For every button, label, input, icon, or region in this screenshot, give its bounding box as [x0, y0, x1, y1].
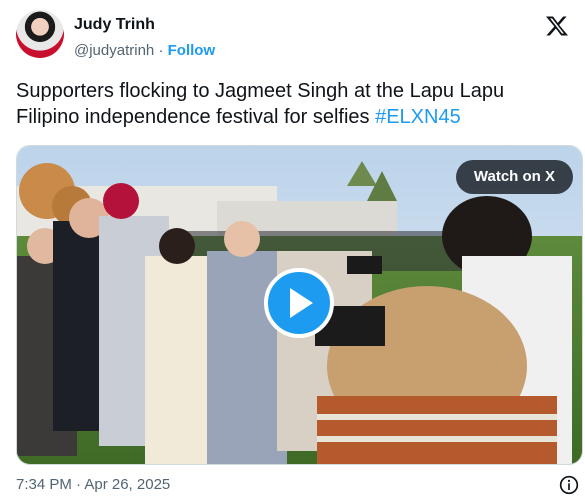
author-handle[interactable]: @judyatrinh [74, 42, 154, 59]
video-player[interactable]: Watch on X [16, 145, 583, 465]
separator-dot: · [158, 42, 164, 59]
author-handle-row: @judyatrinh · Follow [74, 42, 215, 59]
tweet-header: Judy Trinh @judyatrinh · Follow [16, 10, 571, 62]
follow-button[interactable]: Follow [168, 42, 216, 59]
author-name[interactable]: Judy Trinh [74, 16, 155, 34]
play-button[interactable] [264, 268, 334, 338]
info-icon[interactable] [559, 475, 579, 495]
hashtag-link[interactable]: #ELXN45 [375, 106, 461, 128]
avatar[interactable] [16, 10, 64, 58]
watch-on-x-button[interactable]: Watch on X [455, 160, 573, 194]
tweet-text: Supporters flocking to Jagmeet Singh at … [16, 78, 566, 130]
play-icon [290, 288, 313, 318]
x-logo-icon[interactable] [545, 14, 569, 38]
tweet-timestamp[interactable]: 7:34 PM · Apr 26, 2025 [16, 476, 170, 493]
